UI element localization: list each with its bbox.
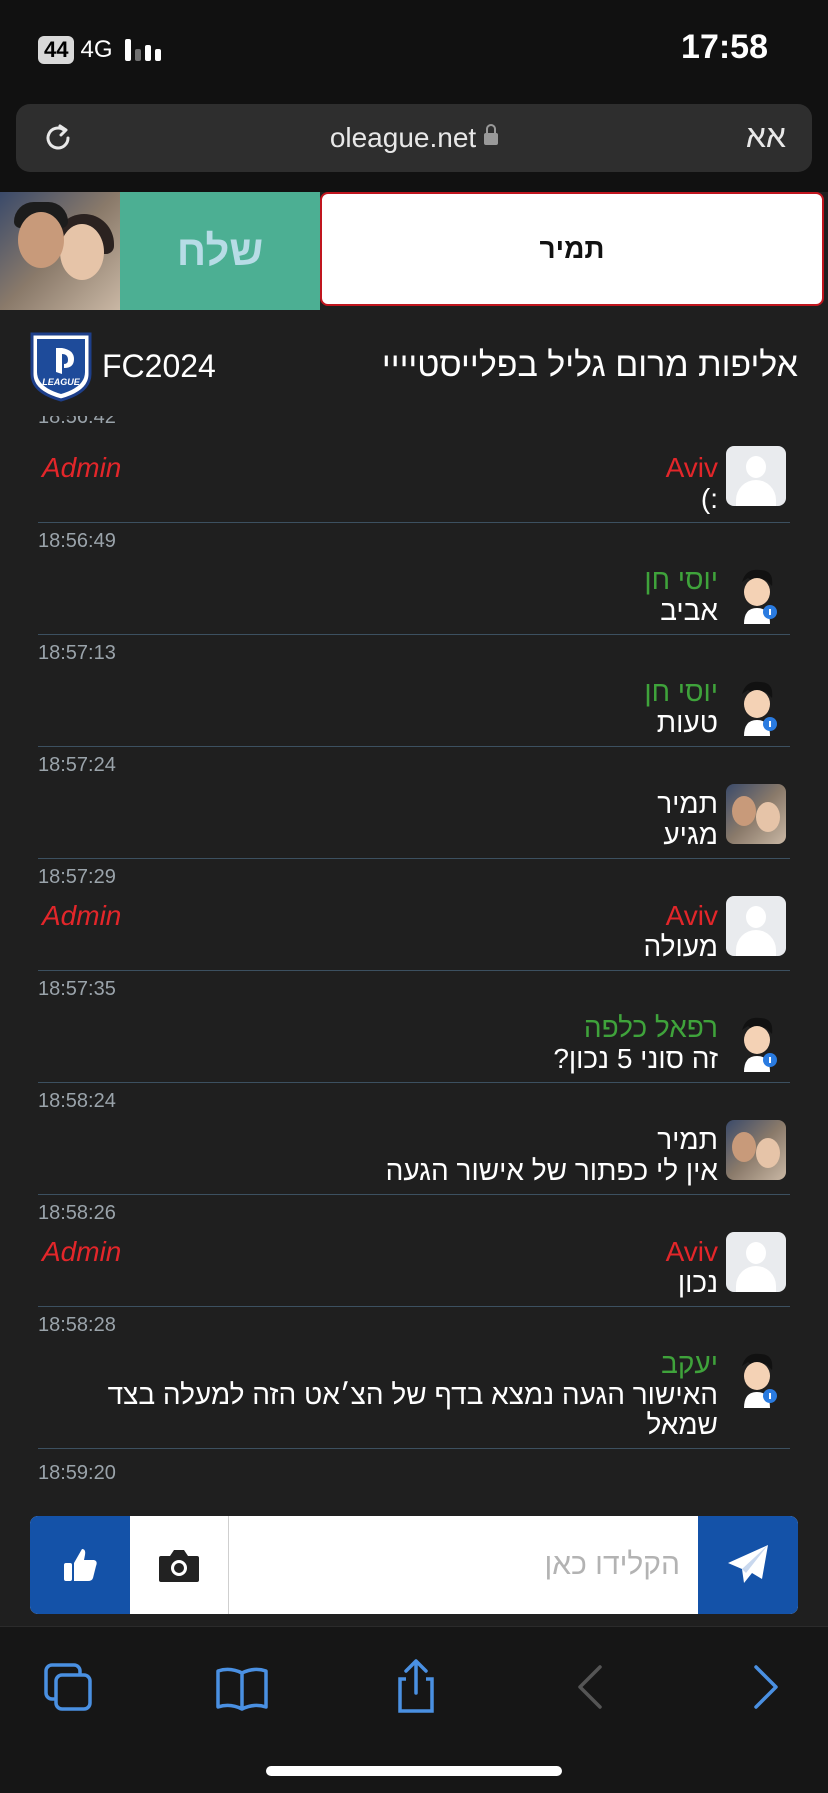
chat-header: LEAGUE FC2024 אליפות מרום גליל בפלייסטיי… bbox=[0, 318, 828, 408]
status-bar: 44 4G 17:58 bbox=[0, 0, 828, 100]
avatar[interactable] bbox=[726, 1120, 786, 1180]
share-icon[interactable] bbox=[386, 1657, 446, 1717]
avatar[interactable] bbox=[726, 896, 786, 956]
sender-name[interactable]: תמיר bbox=[657, 788, 718, 820]
avatar[interactable] bbox=[726, 564, 786, 624]
browser-bar: oleague.net אא bbox=[0, 100, 828, 192]
message-input[interactable] bbox=[230, 1516, 698, 1614]
message-text: אין לי כפתור של אישור הגעה bbox=[385, 1155, 718, 1186]
user-photo[interactable] bbox=[0, 192, 120, 310]
message-text: אביב bbox=[660, 595, 718, 626]
message-timestamp: 18:58:24 bbox=[38, 1090, 116, 1112]
sender-name[interactable]: יוסי חן bbox=[644, 564, 718, 596]
sender-name[interactable]: Aviv bbox=[666, 900, 718, 932]
league-logo: LEAGUE bbox=[30, 332, 92, 402]
send-icon bbox=[728, 1545, 768, 1583]
tabs-icon[interactable] bbox=[38, 1657, 98, 1717]
admin-badge: Admin bbox=[42, 900, 122, 931]
send-name-button[interactable]: שלח bbox=[120, 192, 320, 310]
avatar[interactable] bbox=[726, 1348, 786, 1408]
message-timestamp: 18:58:28 bbox=[38, 1314, 116, 1336]
bookmarks-icon[interactable] bbox=[212, 1657, 272, 1717]
avatar[interactable] bbox=[726, 1232, 786, 1292]
admin-badge: Admin bbox=[42, 452, 122, 483]
sender-name[interactable]: יוסי חן bbox=[644, 676, 718, 708]
user-bar: שלח תמיר bbox=[0, 192, 828, 310]
league-code: FC2024 bbox=[102, 348, 216, 384]
back-icon[interactable] bbox=[560, 1657, 620, 1717]
message-text: זה סוני 5 נכון? bbox=[553, 1043, 718, 1074]
clock: 17:58 bbox=[681, 28, 768, 66]
chat-message: 18:58:28 יעקב האישור הגעה נמצא בדף של הצ… bbox=[38, 1306, 790, 1449]
message-text: האישור הגעה נמצא בדף של הצ׳אט הזה למעלה … bbox=[107, 1379, 718, 1440]
sender-name[interactable]: רפאל כלפה bbox=[584, 1012, 718, 1044]
message-timestamp: 18:56:49 bbox=[38, 530, 116, 552]
message-timestamp: 18:57:29 bbox=[38, 866, 116, 888]
forward-icon[interactable] bbox=[736, 1657, 796, 1717]
message-text: :) bbox=[700, 483, 718, 514]
avatar[interactable] bbox=[726, 784, 786, 844]
chat-message: 18:58:26 Admin Aviv נכון bbox=[38, 1194, 790, 1307]
sender-name[interactable]: תמיר bbox=[657, 1124, 718, 1156]
svg-text:LEAGUE: LEAGUE bbox=[42, 377, 81, 387]
chat-message: Admin Aviv :) bbox=[38, 416, 790, 523]
sender-name[interactable]: Aviv bbox=[666, 1236, 718, 1268]
avatar[interactable] bbox=[726, 676, 786, 736]
home-indicator bbox=[266, 1766, 562, 1776]
chat-message: 18:57:29 Admin Aviv מעולה bbox=[38, 858, 790, 971]
message-text: מעולה bbox=[643, 931, 718, 962]
page-title: אליפות מרום גליל בפלייסטיייי bbox=[381, 346, 798, 384]
message-timestamp: 18:58:26 bbox=[38, 1202, 116, 1224]
avatar[interactable] bbox=[726, 1012, 786, 1072]
chat-message: 18:57:35 רפאל כלפה זה סוני 5 נכון? bbox=[38, 970, 790, 1083]
camera-icon bbox=[159, 1550, 199, 1582]
message-timestamp: 18:57:13 bbox=[38, 642, 116, 664]
text-size-button[interactable]: אא bbox=[746, 118, 786, 155]
chat-message: 18:56:49 יוסי חן אביב bbox=[38, 522, 790, 635]
sender-name[interactable]: יעקב bbox=[661, 1348, 718, 1380]
avatar[interactable] bbox=[726, 446, 786, 506]
like-icon bbox=[64, 1549, 97, 1581]
message-timestamp: 18:57:24 bbox=[38, 754, 116, 776]
url-text[interactable]: oleague.net bbox=[330, 122, 476, 153]
message-composer bbox=[30, 1516, 798, 1614]
message-text: נכון bbox=[677, 1267, 718, 1298]
send-message-button[interactable] bbox=[698, 1516, 798, 1614]
message-timestamp: 18:59:20 bbox=[38, 1462, 116, 1484]
camera-button[interactable] bbox=[130, 1516, 229, 1614]
lock-icon bbox=[484, 124, 499, 145]
chat-message: 18:58:24 תמיר אין לי כפתור של אישור הגעה bbox=[38, 1082, 790, 1195]
username-field[interactable]: תמיר bbox=[320, 192, 824, 306]
admin-badge: Admin bbox=[42, 1236, 122, 1267]
chat-message: 18:57:13 יוסי חן טעות bbox=[38, 634, 790, 747]
network-type: 4G bbox=[80, 36, 113, 63]
sender-name[interactable]: Aviv bbox=[666, 452, 718, 484]
chat-list[interactable]: 18:56:42 Admin Aviv :) 18:56:49 יוסי חן … bbox=[0, 416, 828, 1484]
address-bar[interactable]: oleague.net אא bbox=[16, 104, 812, 172]
battery-level: 44 bbox=[38, 36, 75, 64]
message-text: טעות bbox=[656, 707, 718, 738]
chat-message: 18:57:24 תמיר מגיע bbox=[38, 746, 790, 859]
message-text: מגיע bbox=[663, 819, 718, 850]
message-timestamp: 18:57:35 bbox=[38, 978, 116, 1000]
like-button[interactable] bbox=[30, 1516, 130, 1614]
signal-icon bbox=[124, 39, 161, 61]
